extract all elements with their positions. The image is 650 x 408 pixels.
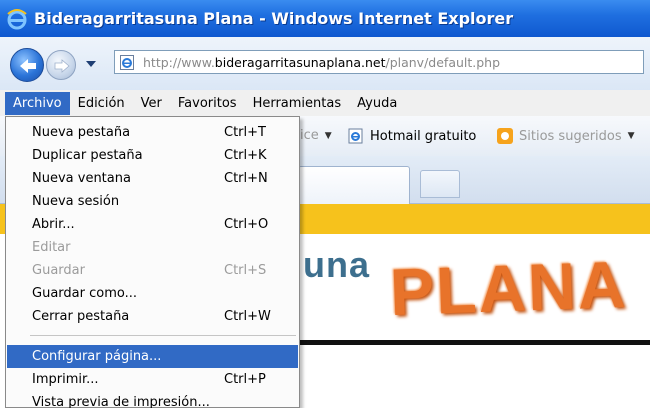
menu-item-duplicar-pestana[interactable]: Duplicar pestaña Ctrl+K bbox=[7, 144, 298, 167]
menu-ayuda[interactable]: Ayuda bbox=[349, 92, 405, 115]
menu-item-nueva-ventana[interactable]: Nueva ventana Ctrl+N bbox=[7, 167, 298, 190]
favorite-sitios-sugeridos[interactable]: Sitios sugeridos ▼ bbox=[497, 128, 635, 144]
ie-page-icon bbox=[120, 54, 134, 70]
suggested-sites-icon bbox=[497, 128, 513, 144]
chevron-down-icon: ▼ bbox=[324, 130, 332, 141]
menu-archivo[interactable]: Archivo bbox=[5, 91, 70, 115]
menu-bar: Archivo Edición Ver Favoritos Herramient… bbox=[0, 90, 650, 116]
menu-item-vista-previa[interactable]: Vista previa de impresión... bbox=[7, 391, 298, 408]
favorites-partial-label: ice bbox=[300, 128, 319, 143]
menu-item-editar: Editar bbox=[32, 240, 71, 255]
history-dropdown-icon[interactable] bbox=[86, 61, 96, 69]
favorite-sitios-label: Sitios sugeridos bbox=[519, 128, 622, 144]
favorites-partial-item[interactable]: ice ▼ bbox=[300, 128, 332, 143]
ie-page-icon bbox=[348, 128, 363, 144]
ie-logo-icon bbox=[7, 8, 27, 29]
chevron-down-icon: ▼ bbox=[627, 131, 635, 141]
forward-arrow-icon bbox=[54, 59, 70, 73]
favorite-hotmail[interactable]: Hotmail gratuito bbox=[348, 128, 476, 144]
back-arrow-icon bbox=[20, 59, 36, 73]
menu-separator bbox=[30, 335, 296, 336]
navigation-bar: http://www.bideragarritasunaplana.net/pl… bbox=[0, 37, 650, 90]
menu-item-abrir[interactable]: Abrir... Ctrl+O bbox=[7, 213, 298, 236]
favorite-hotmail-label: Hotmail gratuito bbox=[370, 128, 477, 144]
title-bar: Bideragarritasuna Plana - Windows Intern… bbox=[0, 0, 650, 37]
tab-current[interactable] bbox=[298, 166, 410, 204]
menu-favoritos[interactable]: Favoritos bbox=[170, 92, 245, 115]
logo-text-una: una bbox=[303, 244, 371, 285]
logo-text-plana: PLANA bbox=[388, 246, 629, 330]
menu-item-guardar: Guardar Ctrl+S bbox=[32, 263, 267, 278]
menu-item-guardar-como[interactable]: Guardar como... bbox=[7, 282, 298, 305]
menu-item-nueva-pestana[interactable]: Nueva pestaña Ctrl+T bbox=[7, 121, 298, 144]
menu-edicion[interactable]: Edición bbox=[70, 92, 133, 115]
new-tab-button[interactable] bbox=[420, 170, 460, 198]
menu-item-nueva-sesion[interactable]: Nueva sesión bbox=[7, 190, 298, 213]
menu-herramientas[interactable]: Herramientas bbox=[245, 92, 350, 115]
menu-ver[interactable]: Ver bbox=[133, 92, 170, 115]
forward-button[interactable] bbox=[46, 50, 76, 80]
logo-underline bbox=[300, 340, 650, 345]
back-button[interactable] bbox=[10, 48, 44, 82]
window-title: Bideragarritasuna Plana - Windows Intern… bbox=[34, 9, 514, 28]
url-text[interactable]: http://www.bideragarritasunaplana.net/pl… bbox=[143, 55, 500, 70]
menu-item-cerrar-pestana[interactable]: Cerrar pestaña Ctrl+W bbox=[7, 305, 298, 328]
menu-item-configurar-pagina[interactable]: Configurar página... bbox=[7, 345, 298, 368]
file-menu: Nueva pestaña Ctrl+T Duplicar pestaña Ctrl… bbox=[5, 116, 300, 408]
menu-item-imprimir[interactable]: Imprimir... Ctrl+P bbox=[7, 368, 298, 391]
address-bar[interactable]: http://www.bideragarritasunaplana.net/pl… bbox=[114, 50, 644, 74]
